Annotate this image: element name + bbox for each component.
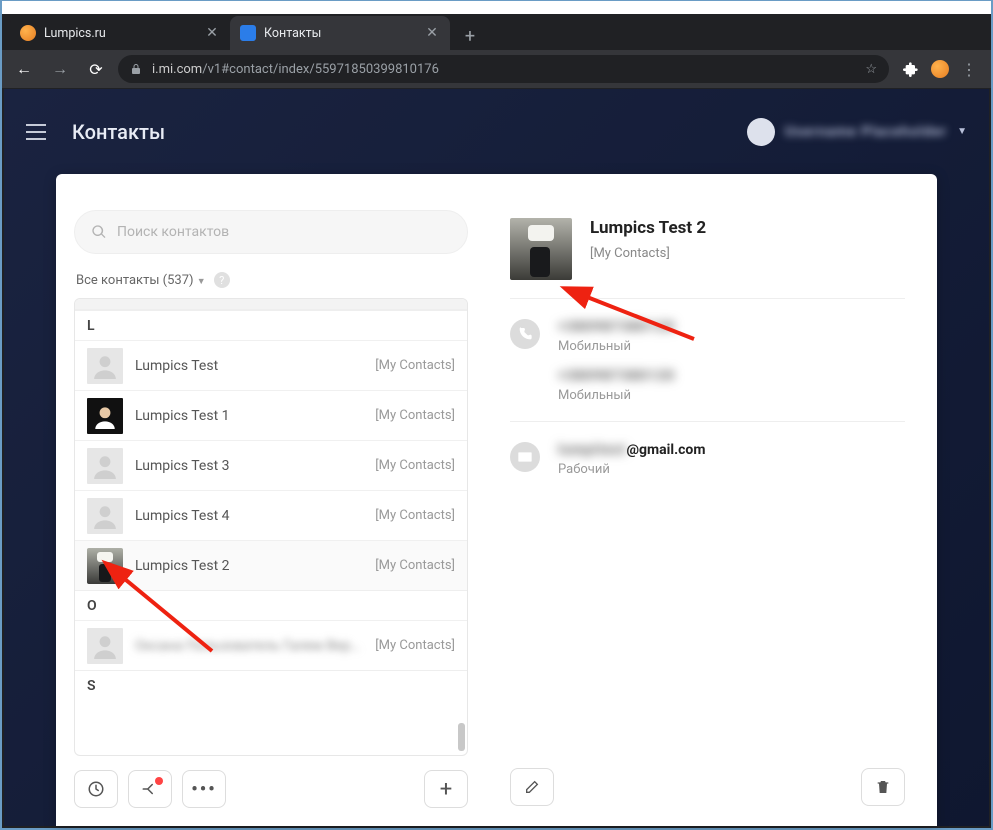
browser-tab-contacts[interactable]: Контакты ✕ (230, 16, 450, 50)
email-label: Рабочий (558, 462, 705, 477)
contact-group: [My Contacts] (375, 508, 455, 523)
avatar-icon (87, 398, 123, 434)
avatar-icon (747, 118, 775, 146)
contact-item[interactable]: Оксана Пользователь Галем Верш... [My Co… (75, 620, 467, 670)
favicon-icon (20, 25, 36, 41)
username-label: Username Placeholder (785, 124, 947, 140)
contact-name: Lumpics Test (135, 358, 363, 374)
phone-label: Мобильный (558, 339, 675, 354)
contact-group: [My Contacts] (375, 458, 455, 473)
avatar-icon (87, 498, 123, 534)
search-input[interactable]: Поиск контактов (74, 210, 468, 254)
contact-name: Оксана Пользователь Галем Верш... (135, 638, 363, 654)
favicon-icon (240, 25, 256, 41)
contact-name: Lumpics Test 4 (135, 508, 363, 524)
hamburger-menu-icon[interactable] (26, 124, 46, 140)
contact-item-selected[interactable]: Lumpics Test 2 [My Contacts] (75, 540, 467, 590)
edit-button[interactable] (510, 768, 554, 806)
contact-name: Lumpics Test 3 (135, 458, 363, 474)
phone-icon (510, 319, 540, 349)
avatar-icon (87, 628, 123, 664)
avatar-photo (87, 548, 123, 584)
user-menu[interactable]: Username Placeholder ▼ (747, 118, 967, 146)
url-input[interactable]: i.mi.com/v1#contact/index/55971850399810… (118, 55, 889, 83)
extensions-icon[interactable] (897, 55, 925, 83)
tab-strip: Lumpics.ru ✕ Контакты ✕ + (2, 14, 991, 50)
search-placeholder: Поиск контактов (117, 224, 229, 240)
contact-item[interactable]: Lumpics Test 4 [My Contacts] (75, 490, 467, 540)
filter-dropdown[interactable]: Все контакты (537) ▼ (76, 273, 206, 288)
more-button[interactable]: ••• (182, 770, 226, 808)
reload-button[interactable]: ⟳ (82, 55, 110, 83)
lock-icon (130, 63, 142, 75)
close-tab-icon[interactable]: ✕ (204, 25, 220, 41)
window-titlebar (2, 1, 991, 14)
phone-number: +380987380120 (558, 368, 675, 384)
forward-button[interactable]: → (46, 55, 74, 83)
merge-button[interactable] (128, 770, 172, 808)
star-icon[interactable]: ☆ (865, 62, 877, 77)
browser-tab-lumpics[interactable]: Lumpics.ru ✕ (10, 16, 230, 50)
avatar-icon (87, 348, 123, 384)
scrollbar[interactable] (458, 723, 465, 751)
close-tab-icon[interactable]: ✕ (424, 25, 440, 41)
address-bar: ← → ⟳ i.mi.com/v1#contact/index/55971850… (2, 50, 991, 88)
avatar-icon (87, 448, 123, 484)
delete-button[interactable] (861, 768, 905, 806)
app-title: Контакты (72, 120, 165, 144)
contact-name: Lumpics Test 1 (135, 408, 363, 424)
contact-item[interactable]: Lumpics Test [My Contacts] (75, 340, 467, 390)
contact-group: [My Contacts] (375, 358, 455, 373)
tab-title: Lumpics.ru (44, 26, 196, 41)
help-icon[interactable]: ? (214, 272, 230, 288)
contact-group: [My Contacts] (375, 408, 455, 423)
new-tab-button[interactable]: + (456, 22, 484, 50)
chevron-down-icon: ▼ (197, 277, 206, 287)
contact-group: [My Contacts] (375, 558, 455, 573)
section-header-s: S (75, 670, 467, 700)
contact-group: [My Contacts] (375, 638, 455, 653)
add-contact-button[interactable]: + (424, 770, 468, 808)
contact-item[interactable]: Lumpics Test 1 [My Contacts] (75, 390, 467, 440)
history-button[interactable] (74, 770, 118, 808)
email-icon (510, 442, 540, 472)
chevron-down-icon: ▼ (957, 126, 967, 137)
back-button[interactable]: ← (10, 55, 38, 83)
search-icon (91, 224, 107, 240)
detail-avatar (510, 218, 572, 280)
tab-title: Контакты (264, 26, 416, 41)
phone-number: +380987380120 (558, 319, 675, 335)
menu-icon[interactable]: ⋮ (955, 55, 983, 83)
detail-group: [My Contacts] (590, 246, 706, 261)
section-header-o: O (75, 590, 467, 620)
contact-name: Lumpics Test 2 (135, 558, 363, 574)
phone-label: Мобильный (558, 388, 675, 403)
app-header: Контакты Username Placeholder ▼ (4, 89, 989, 174)
profile-icon[interactable] (931, 60, 949, 78)
email-address: lumpitest@gmail.com (558, 442, 705, 458)
contact-item[interactable]: Lumpics Test 3 [My Contacts] (75, 440, 467, 490)
detail-name: Lumpics Test 2 (590, 218, 706, 238)
section-header-l: L (75, 310, 467, 340)
contact-list[interactable]: L Lumpics Test [My Contacts] Lumpics Tes… (74, 298, 468, 756)
